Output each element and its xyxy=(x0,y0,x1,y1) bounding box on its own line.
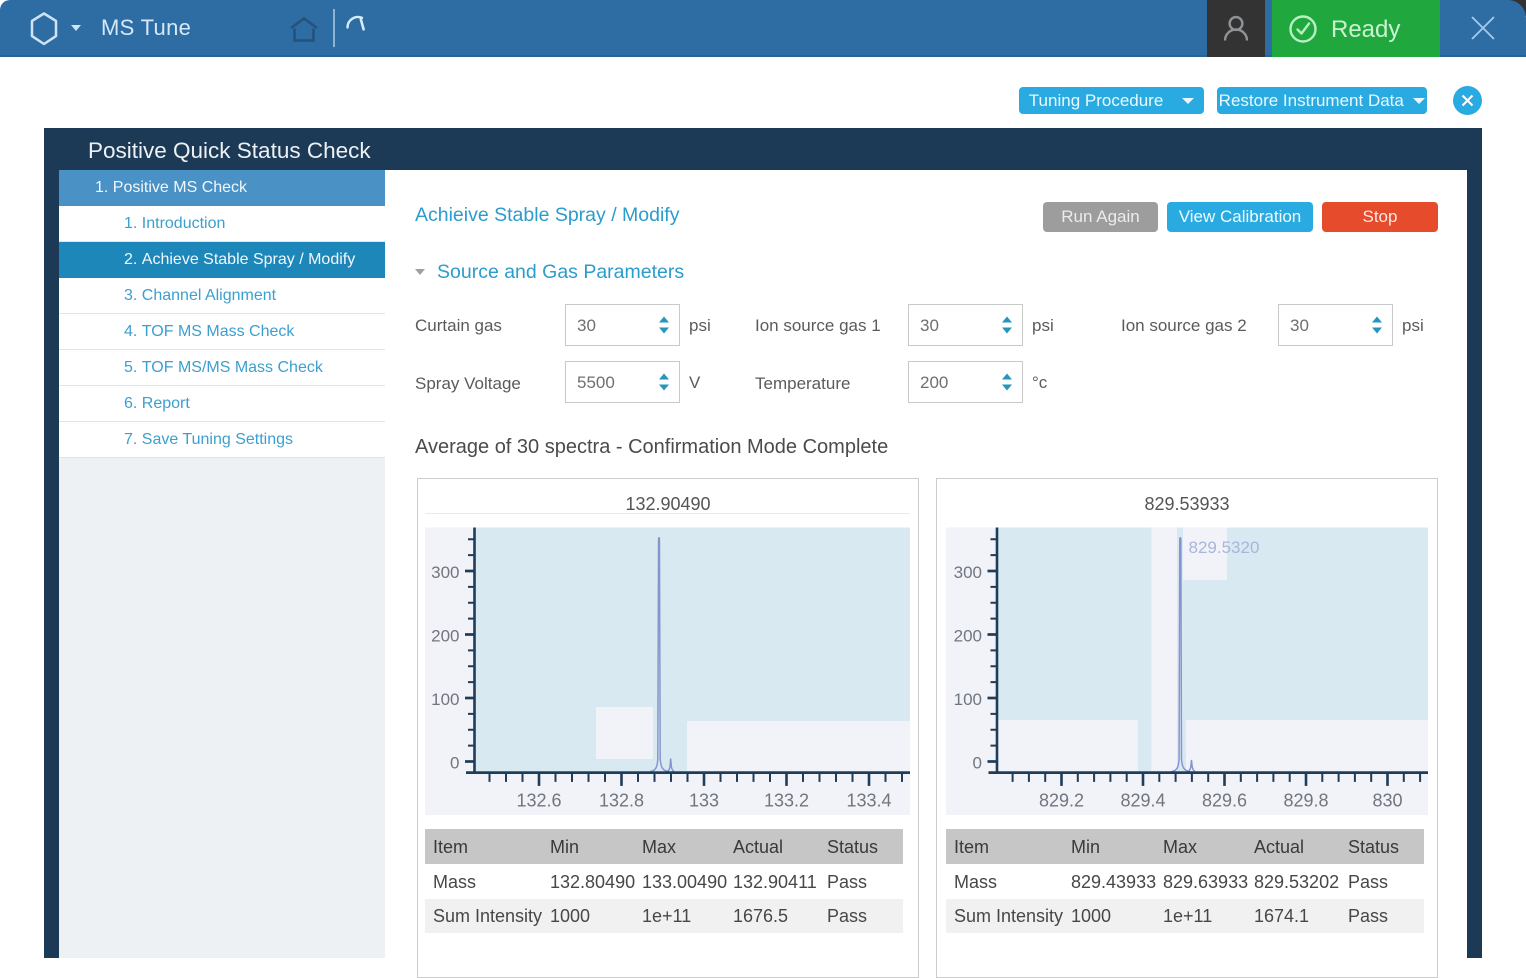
svg-text:829.4: 829.4 xyxy=(1120,791,1165,811)
svg-text:100: 100 xyxy=(431,690,459,709)
svg-text:100: 100 xyxy=(954,690,982,709)
svg-text:132.8: 132.8 xyxy=(599,791,644,811)
svg-text:829.5320: 829.5320 xyxy=(1189,538,1260,557)
svg-text:133: 133 xyxy=(689,791,719,811)
svg-text:830: 830 xyxy=(1372,791,1402,811)
svg-text:133.4: 133.4 xyxy=(846,791,891,811)
svg-text:132.6: 132.6 xyxy=(516,791,561,811)
svg-text:829.8: 829.8 xyxy=(1283,791,1328,811)
svg-text:200: 200 xyxy=(431,627,459,646)
svg-text:829.2: 829.2 xyxy=(1039,791,1084,811)
svg-text:133.2: 133.2 xyxy=(764,791,809,811)
svg-text:200: 200 xyxy=(954,627,982,646)
svg-text:0: 0 xyxy=(973,754,982,773)
svg-text:829.6: 829.6 xyxy=(1202,791,1247,811)
svg-text:300: 300 xyxy=(431,563,459,582)
svg-text:0: 0 xyxy=(450,754,459,773)
svg-text:300: 300 xyxy=(954,563,982,582)
